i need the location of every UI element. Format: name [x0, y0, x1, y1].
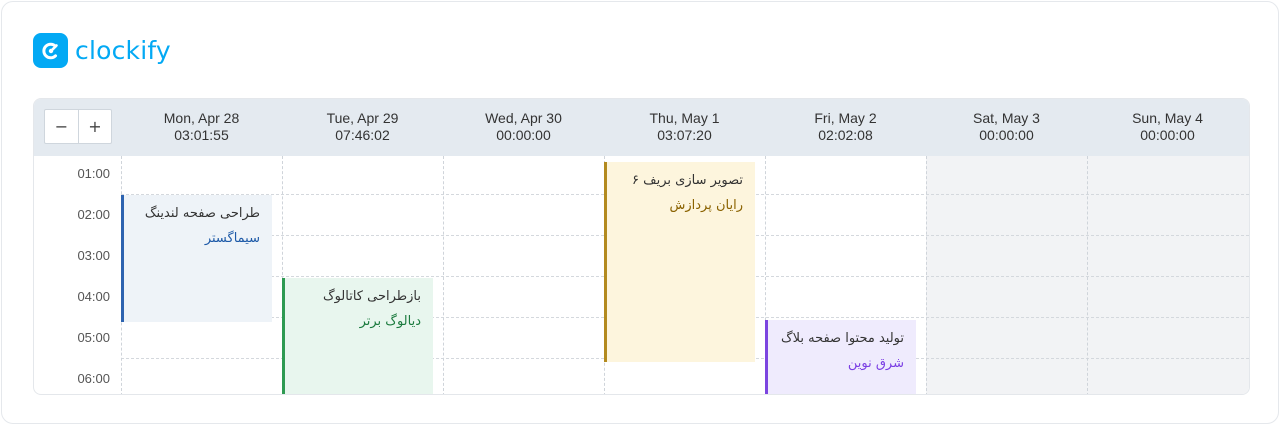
day-name: Mon, Apr 28 [163, 110, 240, 126]
clockify-logo[interactable]: clockify [33, 33, 171, 68]
time-label: 05:00 [77, 330, 110, 345]
day-name: Sun, May 4 [1132, 110, 1203, 126]
time-label: 01:00 [77, 166, 110, 181]
day-header-fri: Fri, May 2 02:02:08 [765, 99, 926, 156]
zoom-in-button[interactable]: + [77, 110, 111, 143]
time-entry[interactable]: بازطراحی کاتالوگ دیالوگ برتر [282, 278, 433, 394]
zoom-out-button[interactable]: − [45, 110, 78, 143]
day-name: Wed, Apr 30 [485, 110, 562, 126]
entry-project: دیالوگ برتر [359, 314, 421, 329]
time-label: 03:00 [77, 248, 110, 263]
day-header-sun: Sun, May 4 00:00:00 [1087, 99, 1248, 156]
day-divider [926, 156, 927, 394]
time-grid[interactable]: 01:00 02:00 03:00 04:00 05:00 06:00 طراح… [34, 156, 1249, 394]
day-divider [1087, 156, 1088, 394]
clockify-logo-icon [33, 33, 68, 68]
brand-name: clockify [75, 36, 171, 65]
week-calendar: − + Mon, Apr 28 03:01:55 Tue, Apr 29 07:… [33, 98, 1250, 395]
day-total: 00:00:00 [1140, 127, 1195, 143]
day-total: 03:07:20 [657, 127, 712, 143]
day-total: 07:46:02 [335, 127, 390, 143]
zoom-control: − + [44, 109, 112, 144]
day-total: 02:02:08 [818, 127, 873, 143]
entry-project: رایان پردازش [669, 198, 744, 213]
entry-description: بازطراحی کاتالوگ [322, 289, 421, 304]
entry-description: تصویر سازی بریف ۶ [632, 173, 743, 188]
day-name: Sat, May 3 [973, 110, 1040, 126]
entry-project: شرق نوین [847, 356, 904, 371]
day-total: 03:01:55 [174, 127, 229, 143]
day-header-tue: Tue, Apr 29 07:46:02 [282, 99, 443, 156]
day-header-sat: Sat, May 3 00:00:00 [926, 99, 1087, 156]
day-name: Thu, May 1 [649, 110, 720, 126]
time-entry[interactable]: تصویر سازی بریف ۶ رایان پردازش [604, 162, 755, 362]
day-header-thu: Thu, May 1 03:07:20 [604, 99, 765, 156]
day-total: 00:00:00 [979, 127, 1034, 143]
day-total: 00:00:00 [496, 127, 551, 143]
time-entry[interactable]: تولید محتوا صفحه بلاگ شرق نوین [765, 320, 916, 394]
time-entry[interactable]: طراحی صفحه لندینگ سیماگستر [121, 195, 272, 322]
entry-project: سیماگستر [204, 231, 260, 246]
day-name: Fri, May 2 [814, 110, 877, 126]
calendar-header: − + Mon, Apr 28 03:01:55 Tue, Apr 29 07:… [34, 99, 1249, 156]
day-name: Tue, Apr 29 [326, 110, 399, 126]
time-label: 02:00 [77, 207, 110, 222]
entry-description: تولید محتوا صفحه بلاگ [780, 331, 904, 346]
day-header-wed: Wed, Apr 30 00:00:00 [443, 99, 604, 156]
time-label: 04:00 [77, 289, 110, 304]
day-divider [443, 156, 444, 394]
calendar-card: clockify − + Mon, Apr 28 03:01:55 Tue, A… [1, 1, 1279, 424]
day-header-mon: Mon, Apr 28 03:01:55 [121, 99, 282, 156]
time-label: 06:00 [77, 371, 110, 386]
entry-description: طراحی صفحه لندینگ [144, 206, 260, 221]
